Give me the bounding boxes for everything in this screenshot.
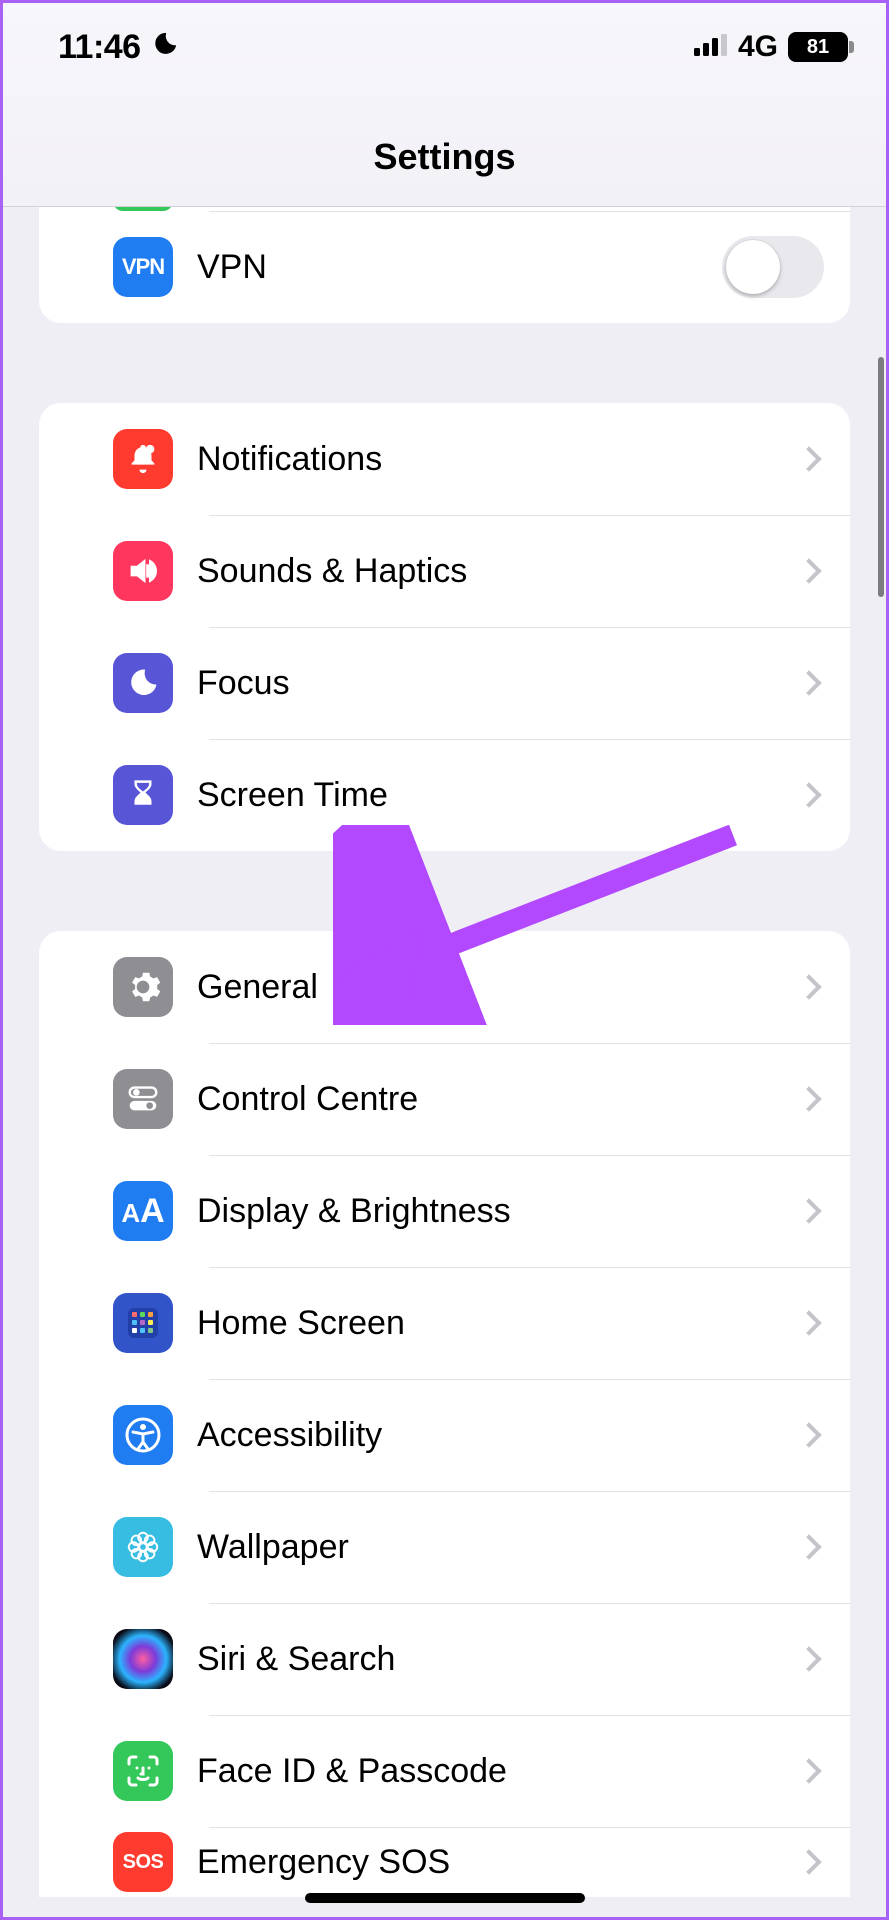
siri-icon [113,1629,173,1689]
vpn-icon: VPN [113,237,173,297]
switches-icon [113,1069,173,1129]
settings-row-vpn[interactable]: VPN VPN [39,211,850,323]
settings-scroll-area[interactable]: VPN VPN Notifications Sounds & Haptics [3,207,886,1917]
row-label: Screen Time [173,776,800,815]
battery-indicator: 81 [788,32,848,62]
settings-row-faceid[interactable]: Face ID & Passcode [39,1715,850,1827]
chevron-right-icon [796,446,821,471]
chevron-right-icon [796,1758,821,1783]
chevron-right-icon [796,974,821,999]
do-not-disturb-icon [151,28,179,67]
page-title: Settings [373,136,515,178]
toggle-knob [726,240,780,294]
chevron-right-icon [796,1310,821,1335]
settings-group-attention: Notifications Sounds & Haptics Focus Scr… [39,403,850,851]
gear-icon [113,957,173,1017]
chevron-right-icon [796,782,821,807]
battery-percent: 81 [807,36,829,59]
status-bar: 11:46 4G 81 [3,3,886,91]
settings-row-screentime[interactable]: Screen Time [39,739,850,851]
home-indicator [305,1893,585,1903]
network-type: 4G [738,30,778,64]
speaker-icon [113,541,173,601]
row-label: Emergency SOS [173,1843,800,1882]
row-label: VPN [173,248,722,287]
settings-group-general: General Control Centre AA Display & Brig… [39,931,850,1897]
settings-row-accessibility[interactable]: Accessibility [39,1379,850,1491]
settings-row-homescreen[interactable]: Home Screen [39,1267,850,1379]
row-label: Sounds & Haptics [173,552,800,591]
settings-row-controlcentre[interactable]: Control Centre [39,1043,850,1155]
row-label: Home Screen [173,1304,800,1343]
chevron-right-icon [796,1646,821,1671]
row-label: Display & Brightness [173,1192,800,1231]
chevron-right-icon [796,1422,821,1447]
settings-row-focus[interactable]: Focus [39,627,850,739]
accessibility-icon [113,1405,173,1465]
row-label: General [173,968,800,1007]
row-label: Accessibility [173,1416,800,1455]
aa-icon: AA [113,1181,173,1241]
settings-row-wallpaper[interactable]: Wallpaper [39,1491,850,1603]
vpn-toggle[interactable] [722,236,824,298]
row-label: Wallpaper [173,1528,800,1567]
row-label: Control Centre [173,1080,800,1119]
status-right: 4G 81 [694,30,848,64]
chevron-right-icon [796,1086,821,1111]
chevron-right-icon [796,558,821,583]
chevron-right-icon [796,1534,821,1559]
settings-row-display[interactable]: AA Display & Brightness [39,1155,850,1267]
sos-icon: SOS [113,1832,173,1892]
hourglass-icon [113,765,173,825]
chevron-right-icon [796,670,821,695]
row-label: Face ID & Passcode [173,1752,800,1791]
chevron-right-icon [796,1849,821,1874]
cellular-signal-icon [694,30,728,64]
status-left: 11:46 [58,28,179,67]
status-time: 11:46 [58,28,141,67]
settings-row-sounds[interactable]: Sounds & Haptics [39,515,850,627]
flower-icon [113,1517,173,1577]
row-label: Focus [173,664,800,703]
settings-row-sos[interactable]: SOS Emergency SOS [39,1827,850,1897]
settings-row-notifications[interactable]: Notifications [39,403,850,515]
moon-icon [113,653,173,713]
settings-row-general[interactable]: General [39,931,850,1043]
chevron-right-icon [796,1198,821,1223]
bell-icon [113,429,173,489]
row-label: Notifications [173,440,800,479]
face-icon [113,1741,173,1801]
settings-row-siri[interactable]: Siri & Search [39,1603,850,1715]
row-label: Siri & Search [173,1640,800,1679]
scrollbar[interactable] [878,357,884,597]
grid-icon [113,1293,173,1353]
